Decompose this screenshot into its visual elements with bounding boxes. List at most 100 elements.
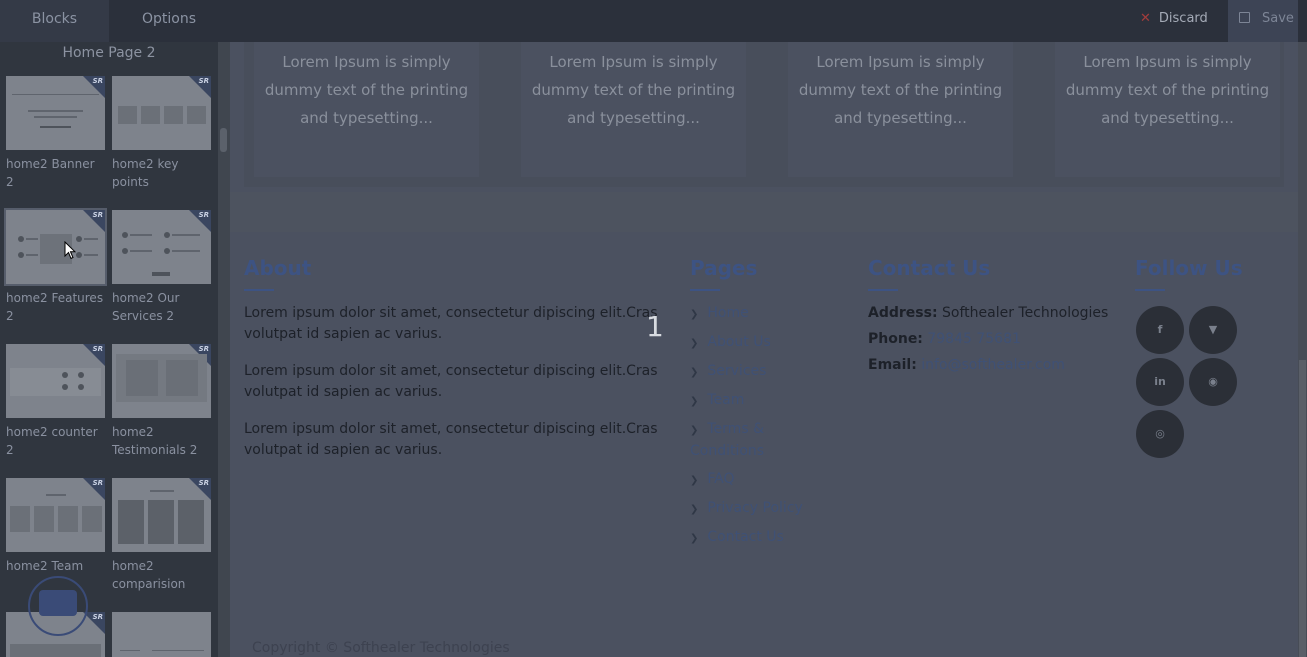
footer-link-about-us[interactable]: ❯ About Us [690,332,771,354]
badge-text: SR [198,345,209,353]
facebook-icon[interactable]: f [1136,306,1184,354]
block-label: home2 counter 2 [6,425,98,457]
card-text: Lorem Ipsum is simply dummy text of the … [1065,53,1270,127]
sidebar-title: Home Page 2 [62,45,156,61]
feature-card: Lorem Ipsum is simply dummy text of the … [788,42,1013,177]
card-text: Lorem Ipsum is simply dummy text of the … [531,53,736,127]
block-label: home2 Banner 2 [6,157,95,189]
canvas-scrollbar-thumb[interactable] [1299,360,1306,657]
github-icon[interactable]: ◉ [1189,358,1237,406]
block-item[interactable]: SR home2 Our Services 2 [112,210,212,325]
contact-underline [868,289,898,291]
block-thumbnail: SR [112,478,211,552]
chevron-right-icon: ❯ [690,475,699,486]
contact-phone: Phone: 79845 75681 [868,331,1021,347]
instagram-icon[interactable]: ◎ [1136,410,1184,458]
close-icon: ✕ [1140,11,1151,26]
feature-card: Lorem Ipsum is simply dummy text of the … [1055,42,1280,177]
phone-link[interactable]: 79845 75681 [927,331,1021,347]
block-item[interactable]: SR home2 Banner 2 [6,76,106,191]
block-label: home2 Testimonials 2 [112,425,198,457]
block-thumbnail: SR [112,210,211,284]
pages-underline [690,289,720,291]
save-button[interactable]: Save [1228,0,1298,42]
copyright-text: Copyright © Softhealer Technologies [252,640,510,656]
badge-text: SR [92,77,103,85]
block-item[interactable]: SR home2 counter 2 [6,344,106,459]
block-item[interactable]: SR home2 Features 2 [4,208,107,325]
chevron-right-icon: ❯ [690,533,699,544]
chevron-right-icon: ❯ [690,504,699,515]
contact-address: Address: Softhealer Technologies [868,305,1109,321]
footer-link-faq[interactable]: ❯ FAQ [690,469,735,491]
chevron-right-icon: ❯ [690,425,699,436]
block-thumbnail: SR [6,76,105,150]
top-bar: Blocks Options ✕ Discard Save [0,0,1307,42]
card-text: Lorem Ipsum is simply dummy text of the … [798,53,1003,127]
contact-heading: Contact Us [868,256,991,280]
block-thumbnail: SR [112,76,211,150]
chat-bubble-icon [39,590,77,616]
footer-link-privacy-policy[interactable]: ❯ Privacy Policy [690,498,803,520]
discard-label: Discard [1158,11,1208,26]
badge-text: SR [198,479,209,487]
follow-heading: Follow Us [1135,256,1243,280]
block-label: home2 comparision [112,559,186,591]
badge-text: SR [92,613,103,621]
sidebar-scrollbar-thumb[interactable] [220,128,227,152]
about-heading: About [244,256,312,280]
block-thumbnail: SR [6,478,105,552]
block-thumbnail [112,612,211,657]
footer-link-terms[interactable]: ❯ Terms & Conditions [690,419,800,462]
twitter-icon[interactable]: ▼ [1189,306,1237,354]
chevron-right-icon: ❯ [690,396,699,407]
pages-heading: Pages [690,256,758,280]
badge-text: SR [92,345,103,353]
save-label: Save [1262,11,1294,26]
about-paragraph: Lorem ipsum dolor sit amet, consectetur … [244,305,658,342]
badge-text: SR [92,479,103,487]
footer-link-home[interactable]: ❯ Home [690,303,749,325]
block-item[interactable]: SR home2 Testimonials 2 [112,344,212,459]
badge-text: SR [92,211,103,219]
cards-row: Lorem Ipsum is simply dummy text of the … [244,42,1284,187]
feature-card: Lorem Ipsum is simply dummy text of the … [521,42,746,177]
section-divider [230,192,1298,232]
feature-card: Lorem Ipsum is simply dummy text of the … [254,42,479,177]
block-label: home2 Our Services 2 [112,291,180,323]
block-item[interactable]: SR home2 key points [112,76,212,191]
floppy-disk-icon [1239,12,1250,23]
chevron-right-icon: ❯ [690,338,699,349]
block-label: home2 Features 2 [6,291,104,323]
block-thumbnail: SR [4,208,107,286]
tab-options[interactable]: Options [109,0,229,42]
overlay-number: 1 [646,310,664,343]
block-item[interactable]: SR home2 Team [6,478,106,575]
about-paragraph: Lorem ipsum dolor sit amet, consectetur … [244,421,658,458]
footer-link-team[interactable]: ❯ Team [690,390,744,412]
card-text: Lorem Ipsum is simply dummy text of the … [264,53,469,127]
about-paragraph: Lorem ipsum dolor sit amet, consectetur … [244,363,658,400]
footer-link-services[interactable]: ❯ Services [690,361,766,383]
block-item[interactable] [112,612,212,657]
footer-link-contact-us[interactable]: ❯ Contact Us [690,527,784,549]
email-link[interactable]: info@softhealer.com [921,357,1065,373]
chevron-right-icon: ❯ [690,367,699,378]
about-underline [244,289,274,291]
block-label: home2 Team [6,559,84,573]
chevron-right-icon: ❯ [690,309,699,320]
block-thumbnail: SR [6,344,105,418]
block-label: home2 key points [112,157,179,189]
contact-email: Email: info@softhealer.com [868,357,1065,373]
block-thumbnail: SR [112,344,211,418]
block-item[interactable]: SR home2 comparision [112,478,212,593]
blocks-sidebar: Home Page 2 SR home2 Banner 2 SR home2 k… [0,42,218,657]
badge-text: SR [198,77,209,85]
page-canvas: Lorem Ipsum is simply dummy text of the … [230,42,1298,657]
tab-blocks[interactable]: Blocks [0,0,109,42]
follow-underline [1135,289,1165,291]
discard-button[interactable]: ✕ Discard [1140,0,1208,42]
mouse-cursor-icon [64,241,76,260]
linkedin-icon[interactable]: in [1136,358,1184,406]
badge-text: SR [198,211,209,219]
